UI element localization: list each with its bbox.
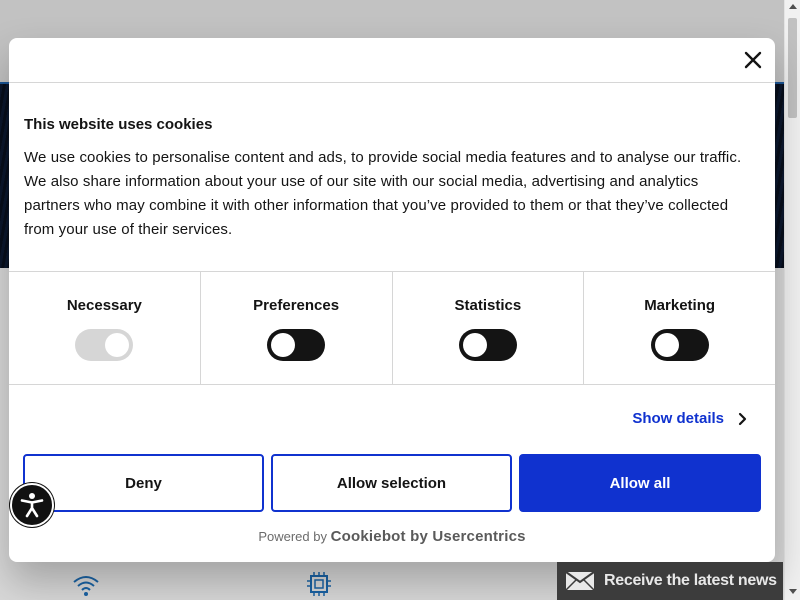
deny-button[interactable]: Deny [23,454,264,512]
scroll-thumb[interactable] [788,18,797,118]
dialog-description: We use cookies to personalise content an… [24,149,742,238]
toggle-knob [105,333,130,357]
allow-all-button[interactable]: Allow all [519,454,761,512]
toggle-knob [654,333,679,357]
accessibility-button[interactable] [10,483,54,527]
toggle-knob [271,333,296,357]
close-icon[interactable] [743,50,763,70]
powered-prefix: Powered by [258,529,327,544]
category-statistics: Statistics [393,272,585,384]
category-preferences: Preferences [201,272,393,384]
allow-selection-button[interactable]: Allow selection [271,454,512,512]
newsletter-label: Receive the latest news [604,572,777,589]
mail-icon [565,571,595,591]
cookiebot-brand-link[interactable]: Cookiebot by Usercentrics [331,528,526,545]
show-details-label: Show details [632,410,724,427]
newsletter-tab[interactable]: Receive the latest news [557,562,783,600]
category-label: Necessary [66,297,142,314]
necessary-toggle [75,329,134,361]
category-necessary: Necessary [9,272,201,384]
accessibility-icon [20,493,44,518]
scroll-up-icon[interactable] [789,4,797,9]
toggle-knob [462,333,487,357]
powered-by: Powered by Cookiebot by Usercentrics [9,528,775,545]
category-label: Preferences [253,297,340,314]
show-details-link[interactable]: Show details [632,410,748,427]
dialog-header [9,38,775,83]
consent-categories: Necessary Preferences Statistics Marketi… [9,271,775,385]
statistics-toggle[interactable] [458,329,517,361]
preferences-toggle[interactable] [267,329,326,361]
cookie-consent-dialog: This website uses cookies We use cookies… [9,38,775,562]
dialog-title: This website uses cookies [24,116,213,133]
category-label: Marketing [644,297,716,314]
page-scrollbar[interactable] [784,0,800,600]
chevron-right-icon [738,412,747,425]
category-marketing: Marketing [584,272,775,384]
category-label: Statistics [454,297,522,314]
marketing-toggle[interactable] [650,329,709,361]
scroll-down-icon[interactable] [789,589,797,594]
